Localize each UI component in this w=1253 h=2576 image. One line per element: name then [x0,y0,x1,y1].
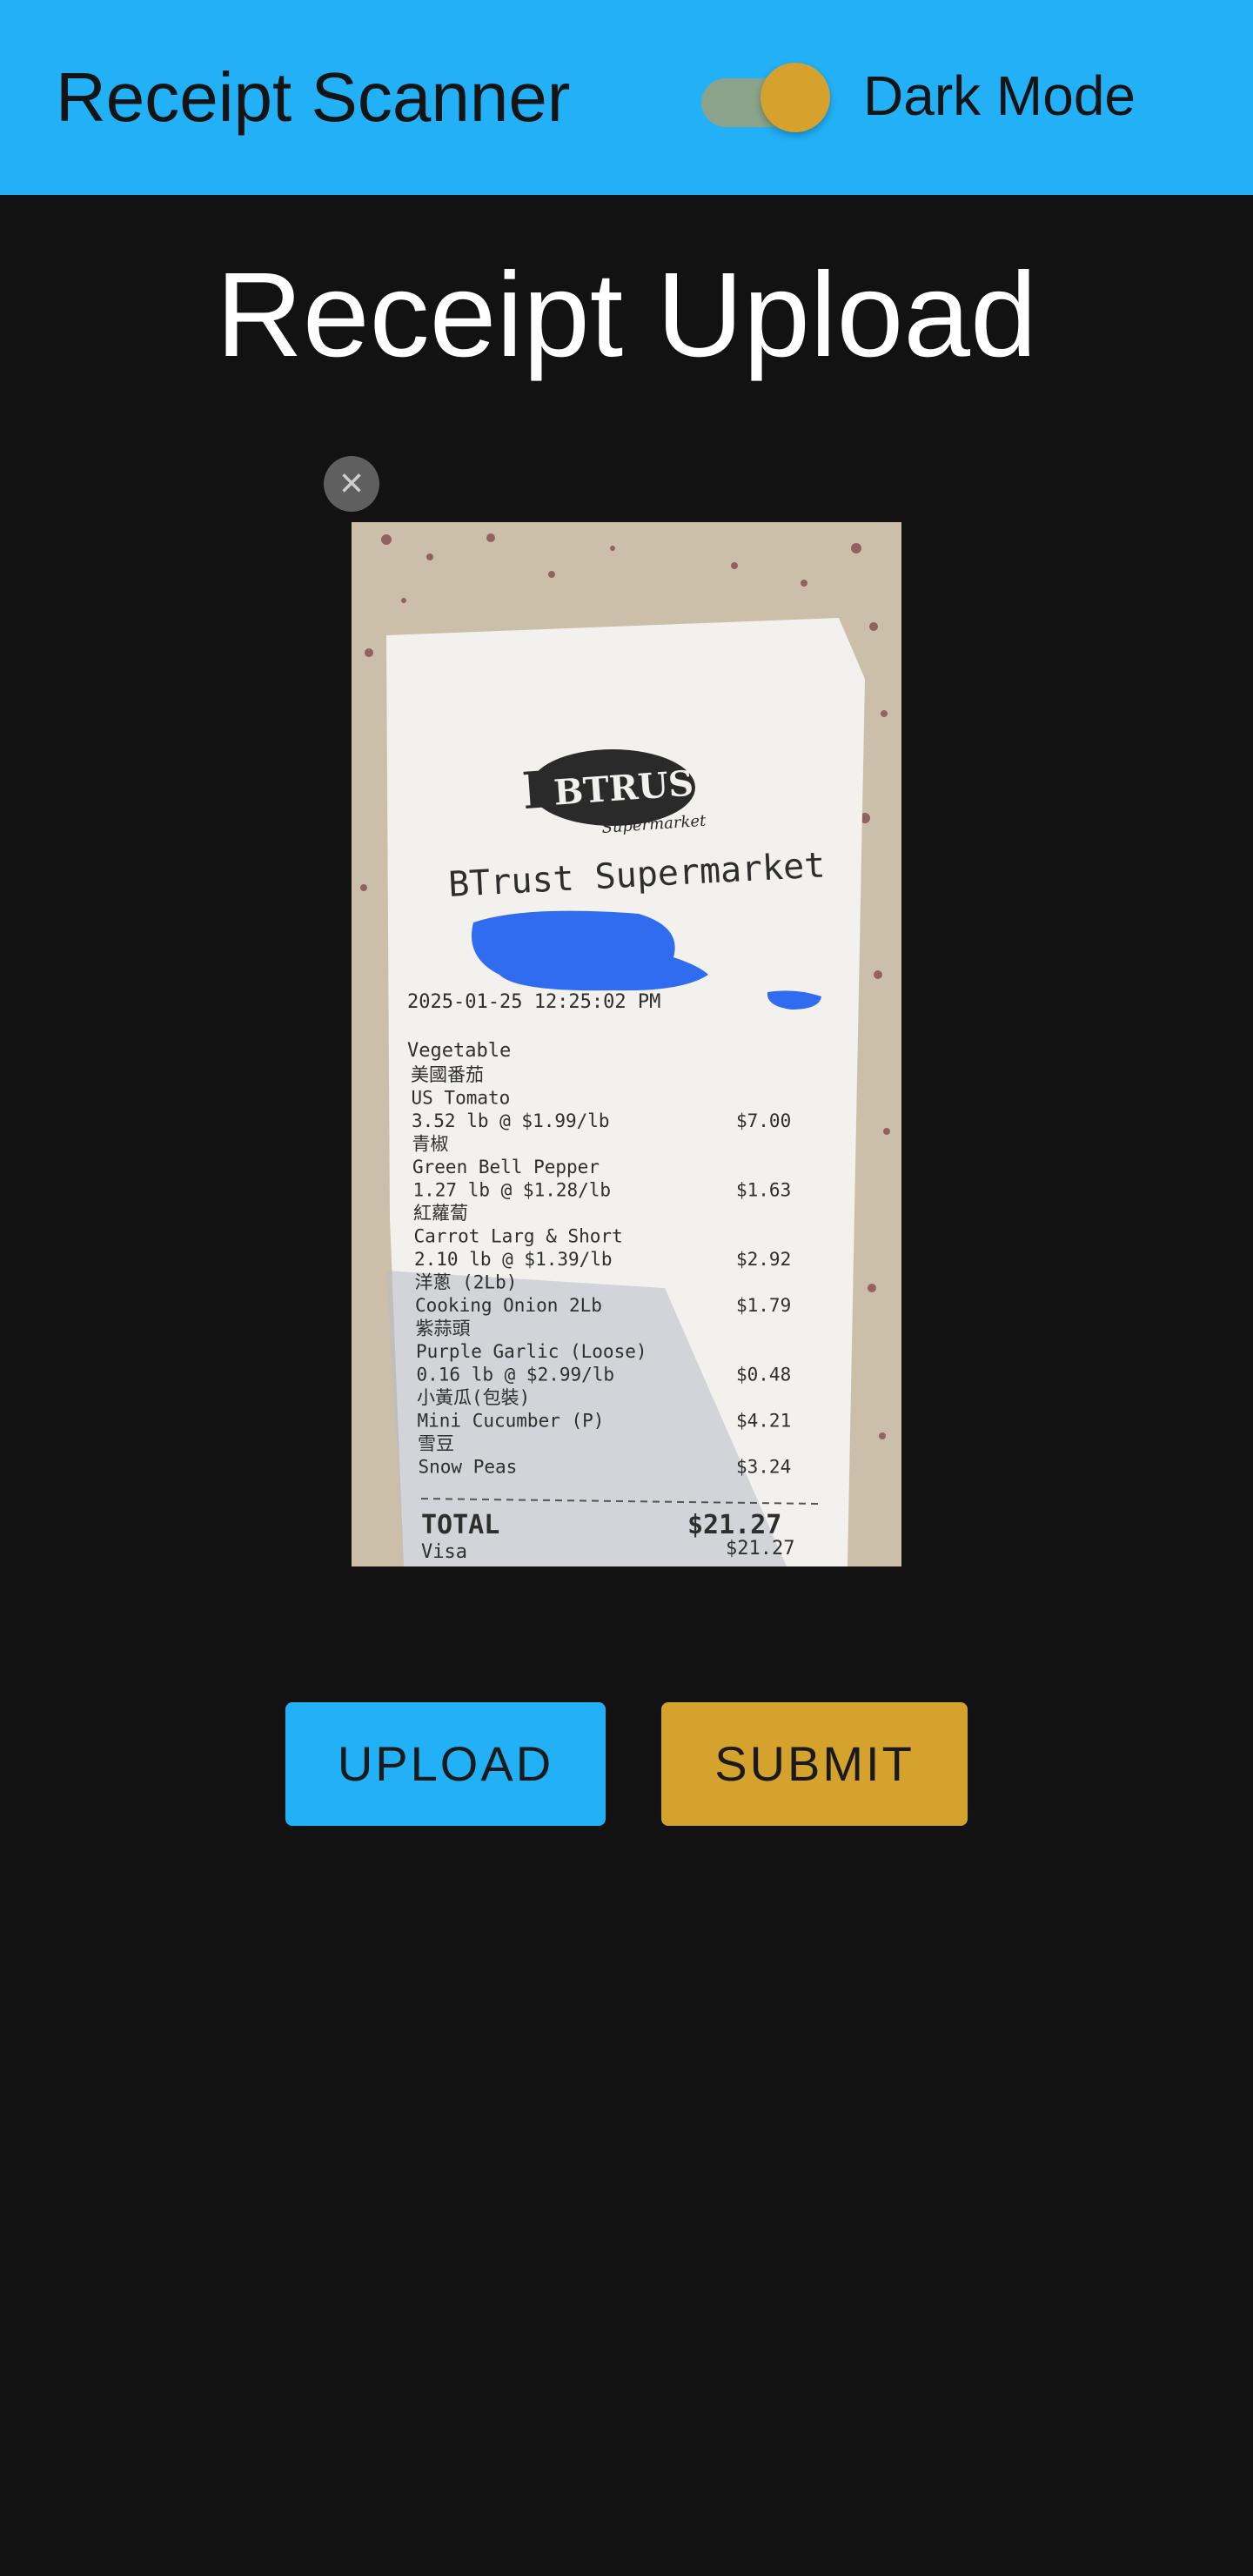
receipt-line-text: Green Bell Pepper [412,1157,600,1177]
dark-mode-label: Dark Mode [863,64,1136,127]
receipt-line-text: 0.16 lb @ $2.99/lb [417,1365,615,1385]
receipt-line-price: $1.63 [736,1180,791,1201]
receipt-line-price: $4.21 [736,1411,791,1432]
dark-mode-toggle[interactable] [701,61,832,134]
receipt-payment-label: Visa [421,1541,467,1563]
close-icon: × [338,460,365,506]
receipt-line-text: Cooking Onion 2Lb [415,1295,602,1316]
page-title: Receipt Upload [216,248,1037,382]
receipt-total-label: TOTAL [421,1510,499,1540]
receipt-line-text: 美國番茄 [411,1064,484,1085]
receipt-line-text: Snow Peas [419,1457,518,1478]
app-title: Receipt Scanner [56,58,571,136]
toggle-thumb [761,63,830,132]
receipt-line-price: $0.48 [736,1365,791,1385]
upload-button[interactable]: UPLOAD [285,1702,606,1826]
receipt-category: Vegetable [407,1040,511,1062]
remove-image-button[interactable]: × [324,456,379,512]
app-bar: Receipt Scanner Dark Mode [0,0,1253,195]
receipt-line-price: $7.00 [736,1110,791,1131]
receipt-line-text: 洋蔥 (2Lb) [415,1272,518,1293]
receipt-line-text: 小黃瓜(包裝) [417,1387,530,1408]
receipt-preview-image: B BTRUST Supermarket BTrust Supermarket … [352,522,901,1566]
receipt-line-text: Purple Garlic (Loose) [416,1341,647,1362]
receipt-line-price: $1.79 [736,1295,791,1316]
receipt-line-text: 3.52 lb @ $1.99/lb [412,1110,610,1131]
receipt-line-text: 2.10 lb @ $1.39/lb [414,1249,613,1270]
receipt-line-text: Mini Cucumber (P) [418,1411,605,1432]
receipt-payment: $21.27 [726,1538,794,1560]
receipt-line-text: 紅蘿蔔 [413,1203,468,1224]
receipt-total: $21.27 [687,1510,781,1540]
receipt-line-text: 青椒 [412,1134,449,1155]
receipt-line-price: $3.24 [736,1457,791,1478]
receipt-line-text: Carrot Larg & Short [414,1226,623,1247]
receipt-datetime: 2025-01-25 12:25:02 PM [407,991,660,1013]
receipt-line-text: 1.27 lb @ $1.28/lb [413,1180,612,1201]
receipt-line-text: US Tomato [412,1088,511,1109]
receipt-line-text: 雪豆 [418,1433,454,1454]
receipt-line-text: 紫蒜頭 [416,1318,471,1339]
submit-button[interactable]: SUBMIT [661,1702,968,1826]
receipt-line-price: $2.92 [736,1249,791,1270]
